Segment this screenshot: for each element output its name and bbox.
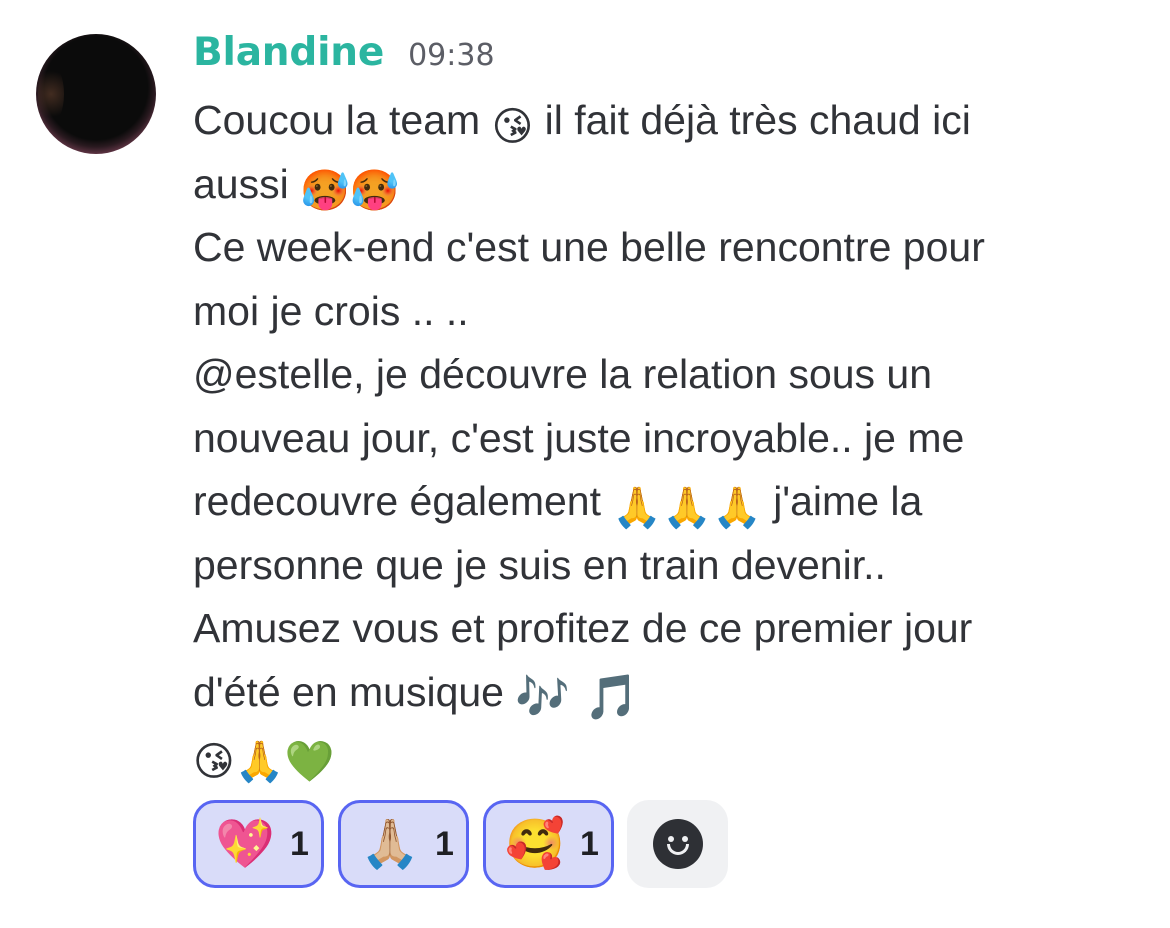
line-text: moi je crois .. ..	[193, 287, 469, 334]
add-reaction-button[interactable]	[627, 800, 728, 888]
folded-hands-emoji-icon: 🙏🙏🙏	[612, 485, 762, 531]
line-text: j'aime la	[761, 478, 923, 524]
message-timestamp: 09:38	[408, 38, 495, 73]
line-text: Coucou la team	[193, 97, 492, 143]
message-line: Ce week-end c'est une belle rencontre po…	[193, 216, 1093, 280]
reaction-smiling-hearts[interactable]: 🥰 1	[483, 800, 614, 888]
message-line: redecouvre également 🙏🙏🙏 j'aime la	[193, 470, 1093, 534]
line-text: Amusez vous et profitez de ce premier jo…	[193, 605, 973, 651]
folded-hands-icon: 🙏🏼	[360, 816, 420, 872]
message-body: Coucou la team 😘 il fait déjà très chaud…	[193, 89, 1093, 788]
chat-message: Blandine 09:38 Coucou la team 😘 il fait …	[0, 0, 1170, 928]
kiss-pray-green-heart-emoji-icon: 😘🙏💚	[193, 739, 335, 785]
message-line: @estelle, je découvre la relation sous u…	[193, 343, 1093, 407]
line-text: aussi	[193, 160, 301, 207]
music-notes-emoji-icon: 🎶 🎵	[515, 671, 639, 723]
message-line: d'été en musique 🎶 🎵	[193, 661, 1093, 725]
line-text: il fait déjà très chaud ici	[533, 97, 971, 143]
message-line: 😘🙏💚	[193, 724, 1093, 788]
reaction-folded-hands[interactable]: 🙏🏼 1	[338, 800, 469, 888]
line-text: nouveau jour, c'est juste incroyable.. j…	[193, 414, 965, 461]
message-line: personne que je suis en train devenir..	[193, 534, 1093, 598]
line-text: d'été en musique	[193, 668, 516, 715]
message-line: moi je crois .. ..	[193, 280, 1093, 344]
message-line: aussi 🥵🥵	[193, 153, 1093, 217]
reactions-bar: 💖 1 🙏🏼 1 🥰 1	[193, 800, 728, 888]
user-avatar[interactable]	[36, 34, 156, 154]
message-line: Coucou la team 😘 il fait déjà très chaud…	[193, 89, 1093, 153]
hot-face-emoji-icon: 🥵🥵	[300, 167, 400, 214]
author-name[interactable]: Blandine	[193, 30, 384, 75]
message-line: nouveau jour, c'est juste incroyable.. j…	[193, 407, 1093, 471]
reaction-count: 1	[290, 824, 309, 863]
line-text: @estelle, je découvre la relation sous u…	[193, 351, 933, 397]
line-text: Ce week-end c'est une belle rencontre po…	[193, 224, 985, 270]
reaction-sparkling-heart[interactable]: 💖 1	[193, 800, 324, 888]
sparkling-heart-icon: 💖	[215, 816, 275, 872]
message-line: Amusez vous et profitez de ce premier jo…	[193, 597, 1093, 661]
message-header: Blandine 09:38	[193, 30, 1093, 86]
line-text: redecouvre également	[193, 478, 613, 524]
smiley-face-icon	[652, 819, 703, 869]
message-content: Blandine 09:38 Coucou la team 😘 il fait …	[193, 30, 1093, 788]
kissing-heart-emoji-icon: 😘	[491, 104, 534, 150]
reaction-count: 1	[580, 824, 599, 863]
line-text: personne que je suis en train devenir..	[193, 541, 886, 588]
reaction-count: 1	[435, 824, 454, 863]
smiling-face-with-hearts-icon: 🥰	[505, 816, 565, 872]
